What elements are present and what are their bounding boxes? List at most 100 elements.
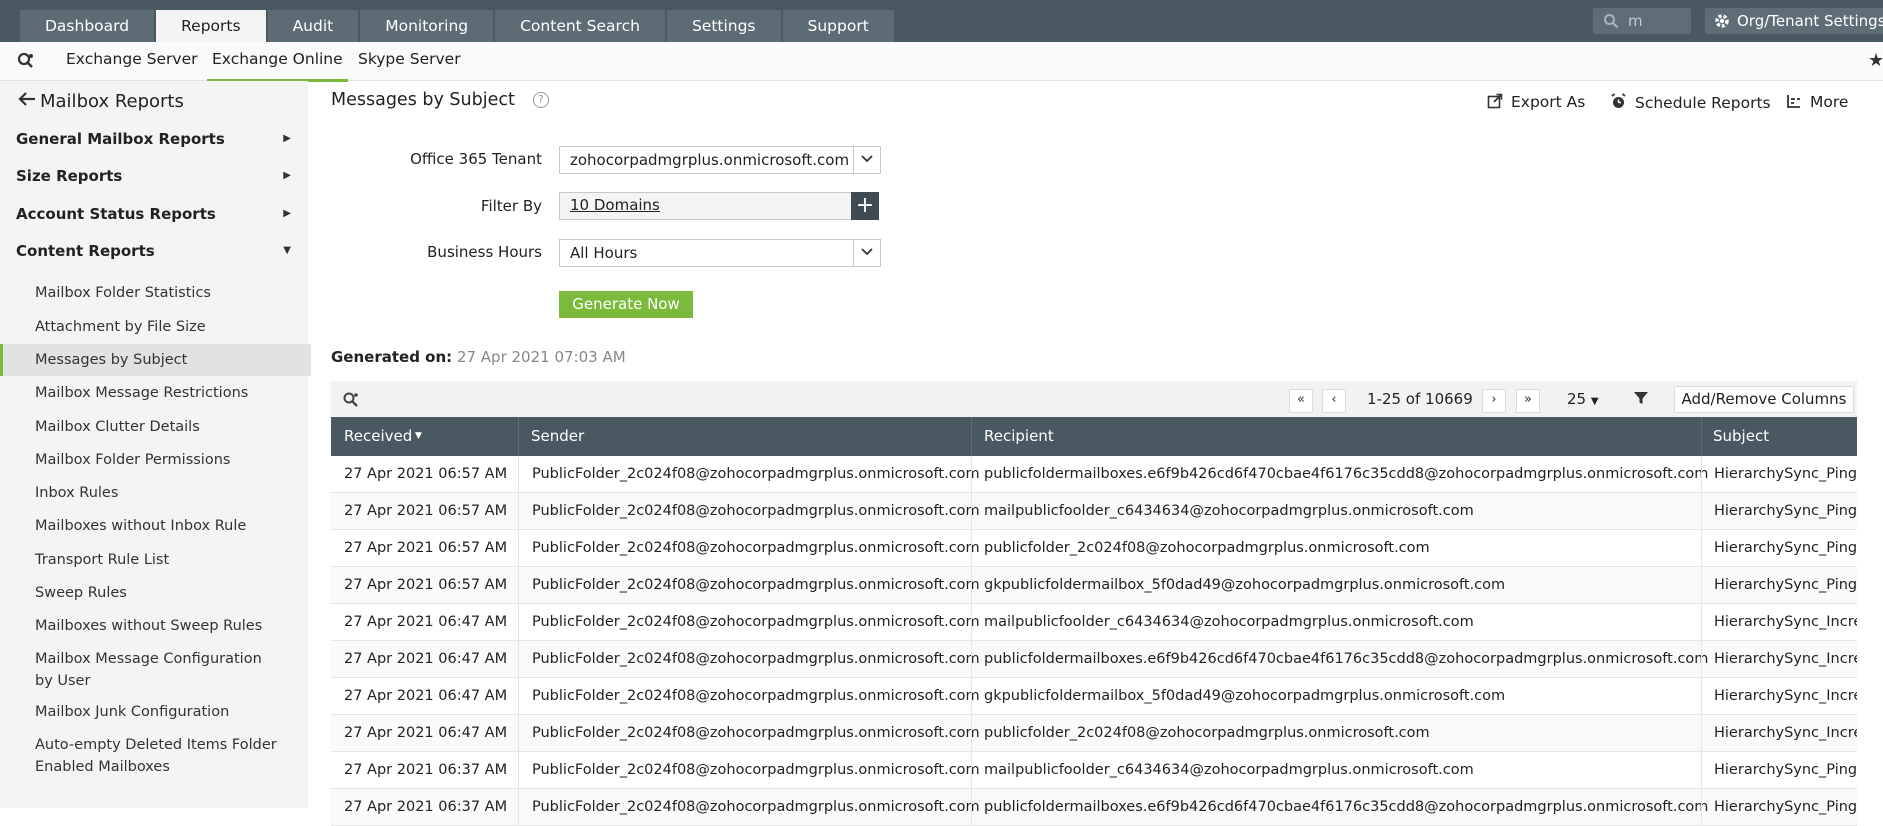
cell-recipient: mailpublicfoolder_c6434634@zohocorpadmgr…: [984, 503, 1474, 519]
table-row[interactable]: 27 Apr 2021 06:37 AM PublicFolder_2c024f0…: [331, 752, 1857, 789]
cell-recipient: gkpublicfoldermailbox_5f0dad49@zohocorpa…: [984, 688, 1506, 704]
org-tenant-settings-button[interactable]: Org/Tenant Settings: [1705, 8, 1883, 34]
subnav-skype-server[interactable]: Skype Server: [358, 42, 461, 79]
more-label: More: [1810, 93, 1849, 111]
column-header-received[interactable]: Received ▼: [331, 417, 519, 456]
generate-now-button[interactable]: Generate Now: [559, 291, 693, 318]
tab-settings[interactable]: Settings: [666, 10, 781, 42]
export-as-button[interactable]: Export As: [1487, 93, 1585, 111]
cell-recipient: gkpublicfoldermailbox_5f0dad49@zohocorpa…: [984, 577, 1506, 593]
table-row[interactable]: 27 Apr 2021 06:47 AM PublicFolder_2c024f0…: [331, 715, 1857, 752]
last-page-button[interactable]: »: [1516, 389, 1540, 413]
chevron-down-icon[interactable]: [853, 147, 880, 173]
cell-received: 27 Apr 2021 06:37 AM: [344, 762, 508, 778]
table-row[interactable]: 27 Apr 2021 06:47 AM PublicFolder_2c024f0…: [331, 678, 1857, 715]
category-label: Size Reports: [16, 167, 123, 185]
sidebar-item-attachment-by-file-size[interactable]: Attachment by File Size: [0, 311, 308, 343]
sidebar-item-transport-rule-list[interactable]: Transport Rule List: [0, 542, 308, 574]
caret-right-icon: ▶: [283, 208, 291, 219]
filter-funnel-icon[interactable]: [1633, 390, 1649, 410]
cell-sender: PublicFolder_2c024f08@zohocorpadmgrplus.…: [532, 540, 980, 556]
column-header-subject[interactable]: Subject: [1702, 417, 1857, 456]
cell-received: 27 Apr 2021 06:57 AM: [344, 577, 508, 593]
favorite-star-icon[interactable]: ★: [1868, 50, 1883, 71]
add-remove-columns-button[interactable]: Add/Remove Columns: [1674, 386, 1854, 413]
more-button[interactable]: More: [1786, 93, 1848, 111]
table-search-icon[interactable]: [342, 391, 360, 413]
sidebar-item-mailbox-folder-statistics[interactable]: Mailbox Folder Statistics: [0, 278, 308, 310]
sidebar-item-mailboxes-without-sweep-rules[interactable]: Mailboxes without Sweep Rules: [0, 608, 308, 640]
subnav-exchange-server[interactable]: Exchange Server: [66, 42, 198, 79]
column-subject-label: Subject: [1713, 427, 1770, 445]
sidebar-category-general[interactable]: General Mailbox Reports ▶: [16, 130, 296, 148]
tab-audit[interactable]: Audit: [267, 10, 359, 42]
sidebar-item-mailbox-message-configuration[interactable]: Mailbox Message Configuration by User: [0, 641, 308, 693]
sidebar-item-mailboxes-without-inbox-rule[interactable]: Mailboxes without Inbox Rule: [0, 509, 308, 541]
sidebar-item-sweep-rules[interactable]: Sweep Rules: [0, 575, 308, 607]
tab-content-search[interactable]: Content Search: [495, 10, 665, 42]
sidebar-title-text: Mailbox Reports: [40, 91, 184, 112]
help-icon[interactable]: ?: [532, 92, 549, 108]
filter-domains-link[interactable]: 10 Domains: [570, 196, 660, 214]
column-header-sender[interactable]: Sender: [519, 417, 972, 456]
cell-recipient: publicfoldermailboxes.e6f9b426cd6f470cba…: [984, 799, 1709, 815]
schedule-reports-button[interactable]: Schedule Reports: [1610, 93, 1771, 112]
tab-monitoring[interactable]: Monitoring: [360, 10, 494, 42]
generated-on: Generated on: 27 Apr 2021 07:03 AM: [331, 348, 626, 366]
cell-subject: HierarchySync_Increme: [1714, 651, 1857, 667]
table-header: Received ▼ Sender Recipient Subject: [331, 417, 1857, 456]
cell-sender: PublicFolder_2c024f08@zohocorpadmgrplus.…: [532, 762, 980, 778]
sidebar-item-auto-empty-deleted-items[interactable]: Auto-empty Deleted Items Folder Enabled …: [0, 727, 308, 779]
table-body: 27 Apr 2021 06:57 AM PublicFolder_2c024f0…: [331, 456, 1857, 826]
table-row[interactable]: 27 Apr 2021 06:57 AM PublicFolder_2c024f0…: [331, 567, 1857, 604]
sort-desc-icon[interactable]: ▼: [415, 417, 422, 455]
column-recipient-label: Recipient: [984, 427, 1054, 445]
cell-sender: PublicFolder_2c024f08@zohocorpadmgrplus.…: [532, 725, 980, 741]
sidebar-item-mailbox-message-restrictions[interactable]: Mailbox Message Restrictions: [0, 377, 308, 409]
sidebar-item-mailbox-folder-permissions[interactable]: Mailbox Folder Permissions: [0, 443, 308, 475]
page-size-select[interactable]: 25 ▼: [1567, 390, 1599, 408]
table-row[interactable]: 27 Apr 2021 06:57 AM PublicFolder_2c024f0…: [331, 493, 1857, 530]
table-row[interactable]: 27 Apr 2021 06:47 AM PublicFolder_2c024f0…: [331, 641, 1857, 678]
cell-sender: PublicFolder_2c024f08@zohocorpadmgrplus.…: [532, 466, 980, 482]
more-icon: [1787, 95, 1800, 108]
sidebar-item-inbox-rules[interactable]: Inbox Rules: [0, 476, 308, 508]
search-icon: [1603, 13, 1619, 33]
tab-dashboard[interactable]: Dashboard: [20, 10, 155, 42]
column-header-recipient[interactable]: Recipient: [972, 417, 1702, 456]
sidebar: Mailbox Reports General Mailbox Reports ▶…: [0, 81, 311, 808]
add-filter-button[interactable]: +: [851, 192, 879, 220]
sidebar-category-account-status[interactable]: Account Status Reports ▶: [16, 205, 296, 223]
global-search-value: m: [1628, 12, 1643, 30]
product-subnav: Exchange Server Exchange Online Skype Se…: [0, 42, 1883, 82]
table-row[interactable]: 27 Apr 2021 06:47 AM PublicFolder_2c024f0…: [331, 604, 1857, 641]
sidebar-item-mailbox-junk-configuration[interactable]: Mailbox Junk Configuration: [0, 694, 308, 726]
chevron-down-icon[interactable]: [853, 240, 880, 266]
table-row[interactable]: 27 Apr 2021 06:57 AM PublicFolder_2c024f0…: [331, 456, 1857, 493]
sidebar-item-messages-by-subject[interactable]: Messages by Subject: [0, 344, 311, 376]
next-page-button[interactable]: ›: [1482, 389, 1506, 413]
sidebar-item-mailbox-clutter-details[interactable]: Mailbox Clutter Details: [0, 410, 308, 442]
top-navigation-bar: Dashboard Reports Audit Monitoring Conte…: [0, 0, 1883, 42]
business-hours-select[interactable]: All Hours: [559, 239, 881, 267]
back-arrow-icon[interactable]: [18, 91, 40, 112]
first-page-button[interactable]: «: [1289, 389, 1313, 413]
table-row[interactable]: 27 Apr 2021 06:57 AM PublicFolder_2c024f0…: [331, 530, 1857, 567]
subnav-exchange-online[interactable]: Exchange Online: [207, 42, 348, 82]
generated-on-label: Generated on:: [331, 348, 453, 366]
tenant-select[interactable]: zohocorpadmgrplus.onmicrosoft.com: [559, 146, 881, 174]
sidebar-category-size[interactable]: Size Reports ▶: [16, 167, 296, 185]
sidebar-title[interactable]: Mailbox Reports: [18, 91, 184, 112]
business-hours-label: Business Hours: [427, 243, 542, 261]
prev-page-button[interactable]: ‹: [1322, 389, 1346, 413]
export-icon: [1487, 93, 1503, 109]
tab-reports[interactable]: Reports: [156, 10, 266, 42]
filter-by-field[interactable]: 10 Domains: [559, 192, 853, 220]
column-sender-label: Sender: [531, 427, 585, 445]
alarm-clock-icon: [1611, 93, 1626, 108]
search-settings-icon[interactable]: [16, 51, 36, 75]
global-search-input[interactable]: m: [1593, 8, 1691, 34]
sidebar-category-content[interactable]: Content Reports ▼: [16, 242, 296, 260]
tab-support[interactable]: Support: [782, 10, 894, 42]
cell-sender: PublicFolder_2c024f08@zohocorpadmgrplus.…: [532, 688, 980, 704]
